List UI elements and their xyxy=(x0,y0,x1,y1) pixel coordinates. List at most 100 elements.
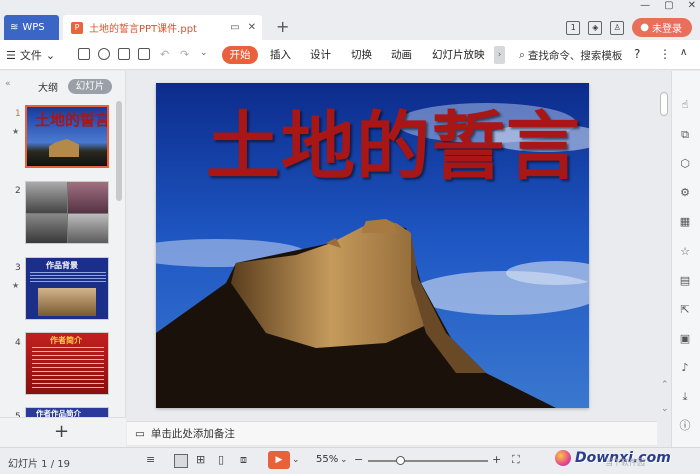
slide-thumbnail[interactable] xyxy=(25,181,109,244)
thumbnail-number: 4 xyxy=(15,338,21,348)
play-slideshow-button[interactable]: ▶ xyxy=(268,451,290,469)
undo-icon[interactable]: ↶ xyxy=(160,48,169,61)
thumbnail-number: 3 xyxy=(15,263,21,273)
document-tab-label: 土地的誓言PPT课件.ppt xyxy=(89,24,197,35)
slide-thumbnail[interactable]: 作者简介 xyxy=(25,332,109,395)
window-mode-icon[interactable]: ▭ xyxy=(230,22,239,33)
wps-tab-label: WPS xyxy=(22,22,45,33)
export-icon[interactable] xyxy=(98,48,110,60)
info-icon[interactable]: ⓘ xyxy=(678,419,692,433)
slides-panel: « 大纲 幻灯片 1 ★ 土地的誓言 2 3 ★ 作品背景 4 作者简介 作者作… xyxy=(0,71,126,447)
menu-bar: ☰ 文件 ⌄ ↶ ↷ ⌄ 开始 插入 设计 切换 动画 幻灯片放映 › ⌕ 查找… xyxy=(0,40,700,70)
tab-start[interactable]: 开始 xyxy=(222,46,258,64)
slide-counter: 幻灯片 1 / 19 xyxy=(8,459,70,470)
pointer-icon[interactable]: ☝ xyxy=(678,98,692,112)
animation-star-icon: ★ xyxy=(12,127,20,136)
redo-icon[interactable]: ↷ xyxy=(180,48,189,61)
file-menu-label: 文件 xyxy=(19,49,42,62)
tab-slideshow[interactable]: 幻灯片放映 xyxy=(432,40,485,70)
skin-icon[interactable]: ◈ xyxy=(588,20,603,35)
user-icon: ● xyxy=(640,22,649,33)
photo-image xyxy=(26,182,67,213)
login-button[interactable]: ● 未登录 xyxy=(632,18,692,37)
photo-image xyxy=(38,288,96,316)
maximize-icon[interactable]: ▢ xyxy=(664,0,673,11)
photo-image xyxy=(68,182,108,213)
download-icon[interactable]: ⤓ xyxy=(678,390,692,404)
slide-sorter-icon[interactable]: ⊞ xyxy=(196,453,205,466)
page-count-badge: 1 xyxy=(566,20,581,35)
more-options-icon[interactable]: ⋮ xyxy=(659,47,671,61)
help-icon[interactable]: ? xyxy=(634,47,640,61)
slide-thumbnail[interactable]: 作品背景 xyxy=(25,257,109,320)
volume-icon[interactable]: ♪ xyxy=(678,361,692,375)
tab-animation[interactable]: 动画 xyxy=(391,40,412,70)
shapes-icon[interactable]: ⬡ xyxy=(678,157,692,171)
presenter-view-icon[interactable]: ⧈ xyxy=(240,453,247,467)
quick-access-dropdown-icon[interactable]: ⌄ xyxy=(200,48,208,58)
copy-icon[interactable]: ⧉ xyxy=(678,128,692,142)
ppt-file-icon: P xyxy=(71,21,83,34)
slide-thumbnail[interactable]: 土地的誓言 xyxy=(25,105,109,168)
new-tab-button[interactable]: + xyxy=(276,17,289,36)
notes-toggle-icon[interactable]: ≡ xyxy=(146,453,155,466)
fit-window-icon[interactable]: ⛶ xyxy=(512,453,520,467)
reading-view-icon[interactable]: ▯ xyxy=(218,453,224,466)
slide-title[interactable]: 土地的誓言 xyxy=(206,87,581,194)
zoom-level[interactable]: 55% xyxy=(316,454,338,465)
image-icon[interactable]: ▣ xyxy=(678,332,692,346)
archive-icon[interactable]: ▤ xyxy=(678,274,692,288)
tab-insert[interactable]: 插入 xyxy=(270,40,291,70)
watermark-logo xyxy=(555,450,571,466)
document-tab[interactable]: P 土地的誓言PPT课件.ppt ▭ ✕ xyxy=(63,15,262,40)
chevron-down-icon: ⌄ xyxy=(45,48,56,62)
close-tab-icon[interactable]: ✕ xyxy=(248,22,256,33)
tab-transitions[interactable]: 切换 xyxy=(351,40,372,70)
command-search[interactable]: ⌕ 查找命令、搜索模板 xyxy=(519,40,622,70)
zoom-out-button[interactable]: − xyxy=(354,453,363,466)
tab-slides[interactable]: 幻灯片 xyxy=(68,79,112,94)
star-icon[interactable]: ☆ xyxy=(678,245,692,259)
settings-sliders-icon[interactable]: ⚙ xyxy=(678,186,692,200)
template-icon[interactable]: ▦ xyxy=(678,215,692,229)
file-menu[interactable]: ☰ 文件 ⌄ xyxy=(6,40,55,70)
thumbnail-number: 1 xyxy=(15,109,21,119)
thumbnail-title: 作品背景 xyxy=(46,261,78,270)
thumbnail-scrollbar[interactable] xyxy=(116,101,122,201)
next-slide-icon[interactable]: ⌄ xyxy=(661,404,669,414)
add-slide-button[interactable]: + xyxy=(54,421,69,442)
great-wall-image xyxy=(49,139,79,157)
thumbnail-title: 作者简介 xyxy=(50,336,82,345)
photo-image xyxy=(68,214,108,243)
share-icon[interactable]: ⇱ xyxy=(678,303,692,317)
shirt-icon[interactable]: ♙ xyxy=(610,20,625,35)
save-icon[interactable] xyxy=(78,48,90,60)
tab-outline[interactable]: 大纲 xyxy=(38,79,58,94)
slide-canvas[interactable]: 土地的誓言 xyxy=(156,83,589,408)
normal-view-icon[interactable] xyxy=(174,454,188,468)
minimize-icon[interactable]: — xyxy=(640,0,650,11)
close-window-icon[interactable]: ✕ xyxy=(688,0,696,11)
thumbnail-number: 2 xyxy=(15,186,21,196)
zoom-slider-track[interactable] xyxy=(368,460,488,462)
zoom-slider-knob[interactable] xyxy=(396,456,405,465)
text-lines xyxy=(32,347,104,391)
animation-star-icon: ★ xyxy=(12,281,20,290)
play-options-icon[interactable]: ⌄ xyxy=(292,455,300,465)
tab-design[interactable]: 设计 xyxy=(310,40,331,70)
search-icon: ⌕ xyxy=(519,48,525,61)
notes-placeholder: 单击此处添加备注 xyxy=(150,428,235,440)
collapse-panel-icon[interactable]: « xyxy=(5,79,11,89)
vertical-scrollbar[interactable] xyxy=(657,83,671,428)
print-preview-icon[interactable] xyxy=(138,48,150,60)
more-tabs-button[interactable]: › xyxy=(494,46,505,64)
zoom-dropdown-icon[interactable]: ⌄ xyxy=(340,455,348,465)
prev-slide-icon[interactable]: ⌃ xyxy=(661,380,669,390)
collapse-ribbon-icon[interactable]: ∧ xyxy=(680,47,687,58)
print-icon[interactable] xyxy=(118,48,130,60)
vertical-scroll-thumb[interactable] xyxy=(660,92,668,116)
notes-bar[interactable]: ▭ 单击此处添加备注 xyxy=(127,421,657,445)
wps-home-tab[interactable]: ≋ WPS xyxy=(4,15,59,40)
zoom-in-button[interactable]: + xyxy=(492,453,501,466)
text-lines xyxy=(30,272,106,284)
